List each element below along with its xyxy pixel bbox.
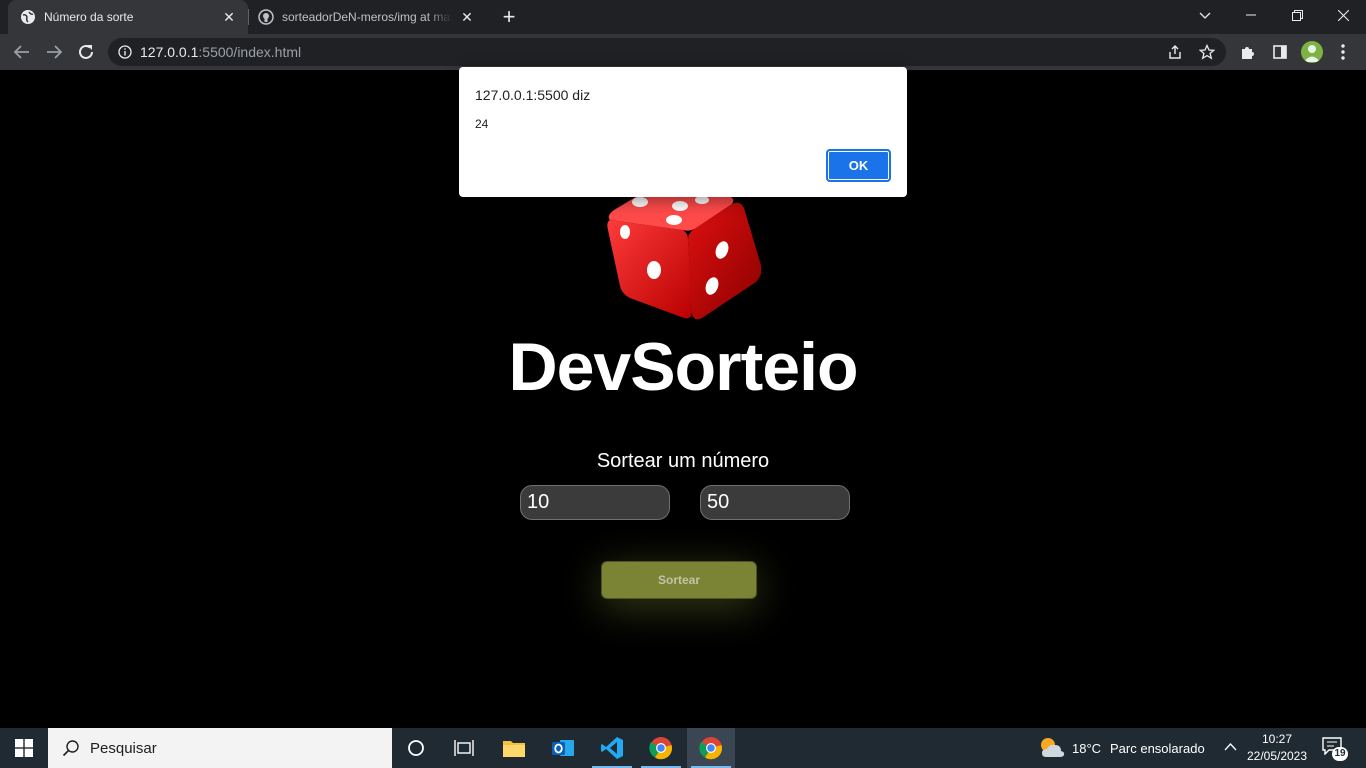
tab-title: sorteadorDeN-meros/img at master [282,10,452,24]
extensions-button[interactable] [1238,42,1258,62]
back-button[interactable] [8,38,36,66]
cortana-button[interactable] [392,728,440,768]
draw-button[interactable]: Sortear [601,561,757,599]
chevron-down-icon [1199,12,1211,19]
menu-button[interactable] [1333,42,1353,62]
restore-icon [1291,9,1303,21]
minimize-icon [1246,14,1256,16]
chrome-icon [699,737,723,760]
chrome-profile-button[interactable] [637,728,685,768]
tab-search-button[interactable] [1182,0,1228,30]
task-view-icon [454,740,474,756]
windows-icon [15,739,33,757]
ok-button[interactable]: OK [826,149,891,182]
outlook-button[interactable] [539,728,587,768]
profile-avatar[interactable] [1301,41,1323,63]
forward-button[interactable] [40,38,68,66]
tab-title: Número da sorte [44,10,134,24]
weather-temperature[interactable]: 18°C [1072,741,1101,756]
minimize-button[interactable] [1228,0,1274,30]
outlook-icon [552,740,574,756]
clock-time: 10:27 [1261,732,1293,746]
brand-title: DevSorteio [508,329,859,405]
reload-button[interactable] [72,38,100,66]
clock-date: 22/05/2023 [1246,749,1308,763]
tab-github[interactable]: sorteadorDeN-meros/img at master ✕ [250,0,486,34]
side-panel-icon [1273,45,1287,59]
address-bar[interactable]: 127.0.0.1:5500/index.html [108,38,1226,66]
browser-toolbar: 127.0.0.1:5500/index.html [0,34,1366,70]
arrow-right-icon [47,45,63,59]
task-view-button[interactable] [440,728,488,768]
taskbar-search[interactable]: Pesquisar [48,728,392,768]
tab-strip: Número da sorte ✕ sorteadorDeN-meros/img… [0,0,1366,34]
system-clock[interactable]: 10:27 22/05/2023 [1240,731,1314,765]
more-vertical-icon [1341,44,1345,60]
vscode-icon [601,737,623,759]
dialog-origin: 127.0.0.1:5500 diz [475,87,591,103]
draw-subtitle: Sortear um número [596,450,770,472]
weather-description[interactable]: Parc ensolarado [1110,741,1205,756]
weather-partly-sunny-icon[interactable] [1038,735,1066,761]
max-number-input[interactable] [700,485,850,520]
close-icon [1337,9,1349,21]
file-explorer-button[interactable] [490,728,538,768]
search-placeholder: Pesquisar [90,739,157,757]
chrome-button[interactable] [687,728,735,768]
vscode-button[interactable] [588,728,636,768]
dice-icon [607,187,762,320]
globe-icon [21,10,35,24]
close-tab-icon[interactable]: ✕ [220,8,238,26]
notification-center-button[interactable]: 19 [1322,737,1350,761]
arrow-left-icon [13,45,29,59]
puzzle-icon [1242,47,1254,59]
dialog-message: 24 [475,117,489,131]
user-icon [1304,45,1320,62]
github-icon [258,9,274,25]
reload-icon [79,44,93,59]
share-icon[interactable] [1167,44,1183,60]
chrome-icon [649,737,673,760]
search-icon [62,740,79,757]
notification-badge: 19 [1332,747,1348,761]
side-panel-button[interactable] [1270,42,1290,62]
url-path: :5500/index.html [198,44,302,60]
taskbar: Pesquisar 18°C Parc ensolarado 10:27 22/… [0,728,1366,768]
tab-separator [248,9,249,25]
restore-button[interactable] [1274,0,1320,30]
chevron-up-icon[interactable] [1224,742,1237,752]
tab-numero-da-sorte[interactable]: Número da sorte ✕ [8,0,248,34]
min-number-input[interactable] [520,485,670,520]
new-tab-button[interactable]: + [498,4,520,29]
start-button[interactable] [0,728,48,768]
url-host: 127.0.0.1 [140,44,199,60]
cortana-icon [408,740,424,756]
alert-dialog: 127.0.0.1:5500 diz 24 OK [459,67,907,197]
info-icon[interactable] [118,45,132,59]
close-window-button[interactable] [1320,0,1366,30]
bookmark-star-icon[interactable] [1199,44,1215,60]
folder-icon [503,741,525,757]
close-tab-icon[interactable]: ✕ [458,8,476,26]
